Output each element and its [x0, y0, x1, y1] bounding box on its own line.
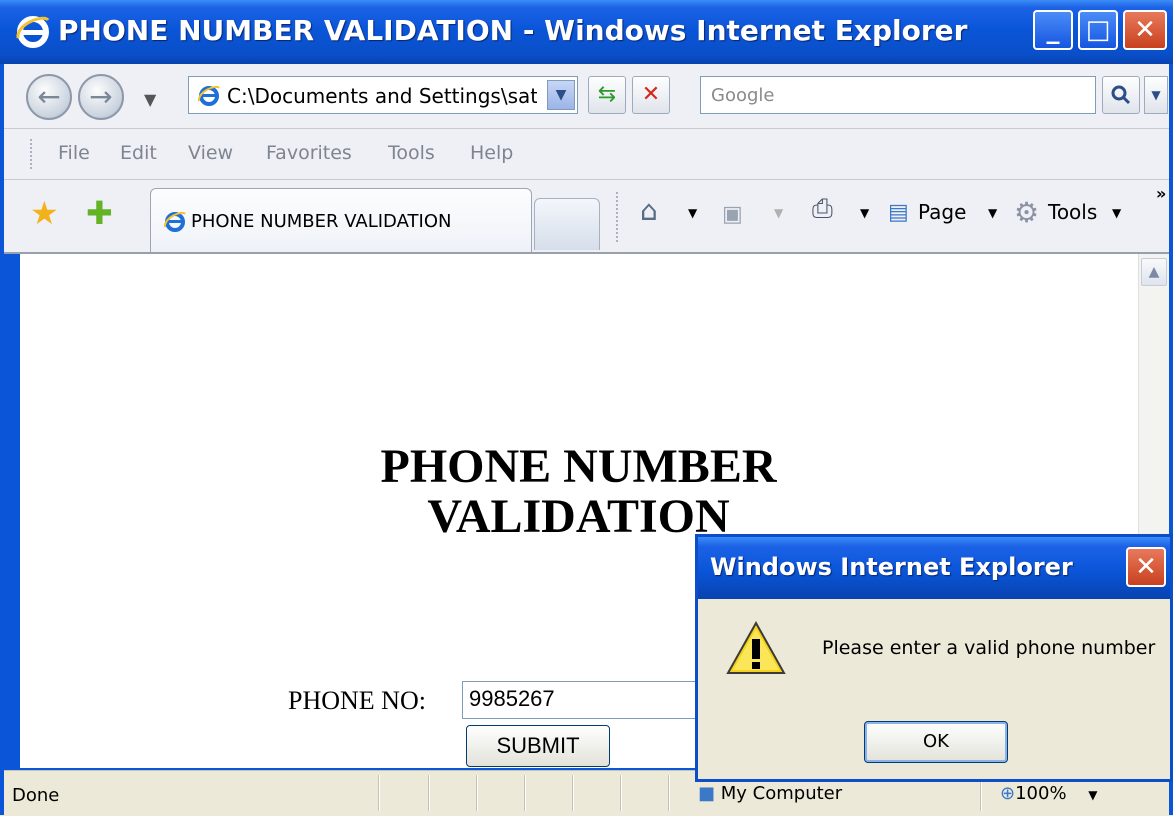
heading-line-1: PHONE NUMBER	[380, 440, 777, 493]
phone-input[interactable]: 9985267	[462, 681, 732, 719]
home-dropdown[interactable]: ▼	[688, 206, 697, 220]
menu-favorites[interactable]: Favorites	[266, 142, 352, 164]
search-options-dropdown[interactable]: ▼	[1144, 76, 1168, 114]
status-divider	[378, 775, 380, 811]
magnifier-icon	[1111, 85, 1131, 105]
dialog-message: Please enter a valid phone number	[822, 637, 1156, 659]
refresh-icon: ⇆	[597, 82, 617, 107]
menu-view[interactable]: View	[188, 142, 233, 164]
print-dropdown[interactable]: ▼	[860, 206, 869, 220]
tab-label: PHONE NUMBER VALIDATION	[191, 211, 452, 232]
navigation-bar: ← → ▼ C:\Documents and Settings\sati: ▼ …	[4, 64, 1169, 129]
status-divider	[428, 775, 430, 811]
stop-button[interactable]: ✕	[632, 76, 670, 114]
new-tab-button[interactable]	[534, 198, 600, 250]
scroll-up-button[interactable]: ▲	[1141, 258, 1167, 286]
ie-logo-icon	[16, 16, 50, 48]
dialog-title: Windows Internet Explorer	[710, 553, 1073, 581]
back-arrow-icon: ←	[37, 80, 61, 113]
feeds-dropdown[interactable]: ▼	[774, 206, 783, 220]
phone-label: PHONE NO:	[288, 686, 426, 715]
search-input[interactable]: Google	[700, 76, 1096, 114]
ie-tab-icon	[164, 211, 186, 232]
minimize-button[interactable]: _	[1033, 10, 1073, 50]
address-dropdown-button[interactable]: ▼	[547, 80, 575, 110]
status-divider	[476, 775, 478, 811]
maximize-icon: □	[1085, 15, 1111, 45]
close-window-button[interactable]: ✕	[1123, 10, 1167, 50]
tools-menu-button[interactable]: Tools	[1048, 200, 1097, 224]
refresh-button[interactable]: ⇆	[588, 76, 626, 114]
alert-dialog: Windows Internet Explorer ✕ Please enter…	[695, 534, 1173, 782]
maximize-button[interactable]: □	[1078, 10, 1118, 50]
status-divider	[524, 775, 526, 811]
close-icon: ✕	[1135, 552, 1157, 582]
page-icon: ▤	[888, 200, 909, 225]
zoom-control[interactable]: ⊕100% ▼	[1000, 783, 1098, 804]
title-bar: PHONE NUMBER VALIDATION - Windows Intern…	[0, 0, 1173, 64]
zoom-icon: ⊕	[1000, 783, 1016, 804]
page-dropdown[interactable]: ▼	[988, 206, 997, 220]
zoom-dropdown[interactable]: ▼	[1088, 788, 1097, 802]
minimize-icon: _	[1046, 15, 1060, 45]
tab-bar: ★ ✚ PHONE NUMBER VALIDATION ⌂ ▼ ▣ ▼ ⎙ ▼ …	[4, 180, 1169, 254]
menu-edit[interactable]: Edit	[120, 142, 157, 164]
tab-phone-number-validation[interactable]: PHONE NUMBER VALIDATION	[150, 188, 532, 252]
back-button[interactable]: ←	[26, 74, 72, 120]
menu-file[interactable]: File	[58, 142, 90, 164]
menu-help[interactable]: Help	[470, 142, 513, 164]
tools-dropdown[interactable]: ▼	[1112, 206, 1121, 220]
menu-tools[interactable]: Tools	[388, 142, 435, 164]
menu-bar: File Edit View Favorites Tools Help	[4, 129, 1169, 180]
feeds-icon[interactable]: ▣	[722, 202, 743, 227]
status-text: Done	[12, 785, 60, 806]
tools-gear-icon: ⚙	[1014, 196, 1040, 229]
zoom-level: 100%	[1015, 783, 1067, 804]
address-bar[interactable]: C:\Documents and Settings\sati: ▼	[188, 76, 578, 114]
close-icon: ✕	[1134, 15, 1156, 45]
toolbar-overflow-chevron[interactable]: »	[1156, 184, 1166, 203]
stop-icon: ✕	[641, 82, 661, 107]
address-text[interactable]: C:\Documents and Settings\sati:	[227, 84, 537, 108]
dialog-close-button[interactable]: ✕	[1126, 547, 1166, 587]
zone-label: My Computer	[720, 783, 843, 804]
print-icon[interactable]: ⎙	[812, 194, 833, 225]
security-zone: ■ My Computer	[698, 783, 842, 804]
home-icon[interactable]: ⌂	[640, 194, 658, 227]
command-bar-grip[interactable]	[616, 192, 620, 242]
status-divider	[620, 775, 622, 811]
status-divider	[572, 775, 574, 811]
warning-icon	[726, 620, 786, 674]
add-to-favorites-icon[interactable]: ✚	[86, 194, 113, 232]
submit-button[interactable]: SUBMIT	[466, 725, 610, 767]
window-title: PHONE NUMBER VALIDATION - Windows Intern…	[58, 14, 968, 47]
forward-arrow-icon: →	[89, 80, 113, 113]
ie-page-icon	[198, 85, 220, 106]
computer-icon: ■	[698, 783, 716, 804]
ok-button[interactable]: OK	[864, 721, 1008, 763]
search-button[interactable]	[1102, 76, 1140, 114]
forward-button[interactable]: →	[78, 74, 124, 120]
page-menu-button[interactable]: Page	[918, 200, 966, 224]
search-placeholder: Google	[711, 85, 775, 106]
page-heading: PHONE NUMBER VALIDATION	[20, 442, 1137, 542]
toolbar-grip[interactable]	[30, 139, 34, 169]
dialog-title-bar: Windows Internet Explorer ✕	[698, 537, 1170, 599]
recent-pages-dropdown[interactable]: ▼	[144, 90, 156, 109]
favorites-center-star-icon[interactable]: ★	[30, 194, 59, 232]
status-divider	[668, 775, 670, 811]
